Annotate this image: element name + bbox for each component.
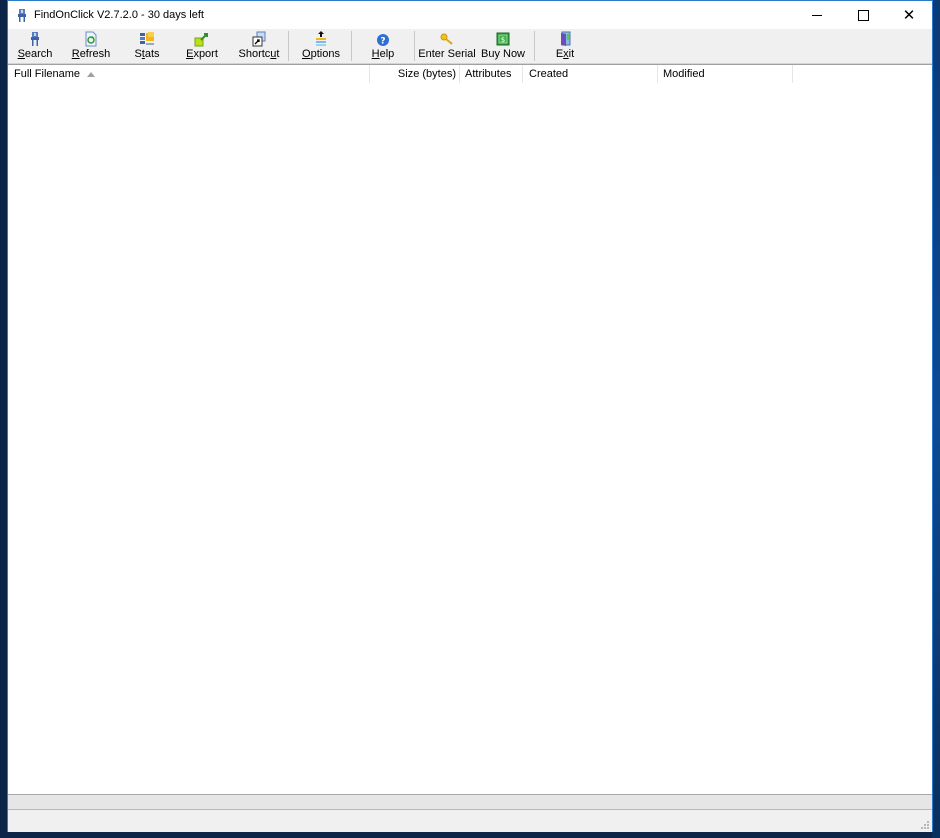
column-header-created[interactable]: Created (529, 65, 657, 83)
help-label: Help (371, 48, 395, 60)
desktop-background (932, 0, 940, 838)
stats-icon (140, 32, 154, 45)
sort-ascending-icon (87, 71, 96, 77)
mnemonic-letter: S (17, 48, 25, 60)
toolbar: Search Refresh Stats Export Shortcut Opt… (8, 29, 932, 64)
horizontal-scrollbar-area[interactable] (8, 794, 932, 810)
key-icon (440, 33, 453, 45)
dollar-icon: $ (496, 32, 510, 46)
options-label: Options (302, 48, 340, 60)
resize-grip-icon[interactable] (920, 820, 930, 830)
column-header-label: Size (bytes) (397, 68, 456, 80)
shortcut-button[interactable]: Shortcut (237, 29, 281, 63)
column-header-size[interactable]: Size (bytes) (370, 65, 456, 83)
column-divider[interactable] (657, 65, 658, 83)
search-button[interactable]: Search (18, 29, 52, 63)
stats-label: Stats (134, 48, 160, 60)
search-icon (31, 32, 39, 46)
minimize-button[interactable] (794, 1, 840, 29)
help-icon: ? (377, 34, 389, 47)
column-header-label: Attributes (465, 68, 512, 80)
maximize-icon (857, 9, 869, 21)
column-divider[interactable] (522, 65, 523, 83)
stats-button[interactable]: Stats (132, 29, 162, 63)
mnemonic-letter: O (302, 48, 311, 60)
export-button[interactable]: Export (184, 29, 220, 63)
mnemonic-letter: x (563, 48, 569, 60)
title-bar[interactable]: FindOnClick V2.7.2.0 - 30 days left ✕ (8, 1, 932, 29)
window-title: FindOnClick V2.7.2.0 - 30 days left (34, 9, 204, 21)
shortcut-icon (252, 31, 266, 47)
close-icon: ✕ (902, 5, 916, 24)
svg-text:?: ? (380, 37, 385, 47)
mnemonic-letter: u (270, 48, 277, 60)
toolbar-separator (534, 31, 535, 61)
exit-door-icon (561, 31, 571, 46)
exit-label: Exit (555, 48, 575, 60)
close-button[interactable]: ✕ (886, 1, 932, 29)
enter-serial-label: Enter Serial (418, 48, 476, 60)
svg-text:$: $ (501, 36, 505, 44)
buy-now-label: Buy Now (480, 48, 526, 60)
help-button[interactable]: ? Help (370, 29, 396, 63)
toolbar-separator (351, 31, 352, 61)
column-header-label: Modified (663, 68, 705, 80)
column-header-full-filename[interactable]: Full Filename (14, 65, 369, 83)
mnemonic-letter: H (371, 48, 380, 60)
column-header-modified[interactable]: Modified (663, 65, 791, 83)
minimize-icon (812, 14, 822, 16)
exit-button[interactable]: Exit (552, 29, 578, 63)
app-logo-icon (18, 9, 26, 22)
toolbar-separator (414, 31, 415, 61)
status-bar (8, 810, 932, 832)
export-label: Export (186, 48, 218, 60)
app-window: FindOnClick V2.7.2.0 - 30 days left ✕ Se… (7, 0, 933, 832)
mnemonic-letter: t (141, 48, 145, 60)
enter-serial-button[interactable]: Enter Serial (418, 29, 476, 63)
options-button[interactable]: Options (302, 29, 340, 63)
maximize-button[interactable] (840, 1, 886, 29)
search-label: Search (17, 48, 53, 60)
refresh-label: Refresh (71, 48, 111, 60)
column-header-label: Full Filename (14, 68, 81, 80)
refresh-icon (85, 31, 97, 47)
column-divider[interactable] (459, 65, 460, 83)
export-icon (194, 33, 208, 47)
results-list[interactable]: Full Filename Size (bytes) Attributes Cr… (8, 64, 932, 794)
buy-now-button[interactable]: $ Buy Now (480, 29, 526, 63)
toolbar-separator (288, 31, 289, 61)
column-header-attributes[interactable]: Attributes (465, 65, 521, 83)
options-icon (316, 31, 326, 46)
column-divider[interactable] (792, 65, 793, 83)
mnemonic-letter: R (71, 48, 80, 60)
shortcut-label: Shortcut (238, 48, 280, 60)
column-headers: Full Filename Size (bytes) Attributes Cr… (8, 65, 932, 83)
refresh-button[interactable]: Refresh (70, 29, 112, 63)
column-header-label: Created (529, 68, 569, 80)
mnemonic-letter: E (186, 48, 194, 60)
